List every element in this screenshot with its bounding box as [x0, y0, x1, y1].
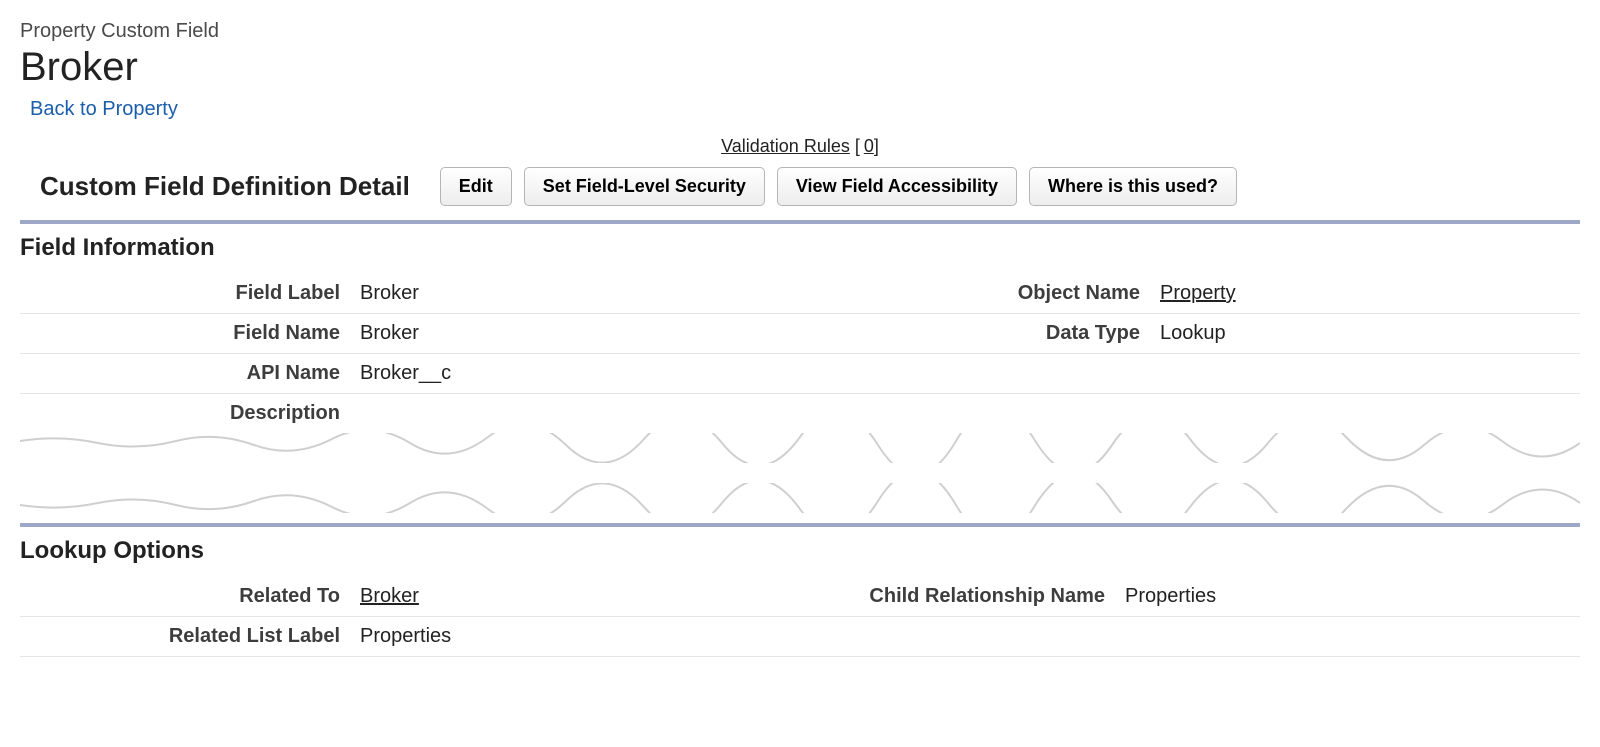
- field-information-table: Field Label Broker Object Name Property …: [20, 274, 1580, 433]
- view-field-accessibility-button[interactable]: View Field Accessibility: [777, 167, 1017, 206]
- torn-edge-icon: [20, 483, 1580, 513]
- related-to-value: Broker: [350, 577, 815, 617]
- related-to-label: Related To: [20, 577, 350, 617]
- section-divider: [20, 523, 1580, 527]
- data-type-label: Data Type: [850, 314, 1150, 354]
- section-divider: [20, 220, 1580, 224]
- table-row: Related List Label Properties: [20, 617, 1580, 657]
- table-row: Field Name Broker Data Type Lookup: [20, 314, 1580, 354]
- description-label: Description: [20, 394, 350, 434]
- torn-edge-icon: [20, 433, 1580, 463]
- child-relationship-label: Child Relationship Name: [815, 577, 1115, 617]
- child-relationship-value: Properties: [1115, 577, 1580, 617]
- detail-header-row: Custom Field Definition Detail Edit Set …: [20, 167, 1580, 206]
- field-label-label: Field Label: [20, 274, 350, 314]
- object-name-value: Property: [1150, 274, 1580, 314]
- table-row: Field Label Broker Object Name Property: [20, 274, 1580, 314]
- lookup-options-heading: Lookup Options: [20, 537, 1580, 565]
- validation-rules-count[interactable]: 0: [864, 136, 874, 156]
- edit-button[interactable]: Edit: [440, 167, 512, 206]
- data-type-value: Lookup: [1150, 314, 1580, 354]
- api-name-value: Broker__c: [350, 354, 850, 394]
- table-row: API Name Broker__c: [20, 354, 1580, 394]
- where-is-this-used-button[interactable]: Where is this used?: [1029, 167, 1237, 206]
- object-name-link[interactable]: Property: [1160, 282, 1236, 304]
- lookup-options-table: Related To Broker Child Relationship Nam…: [20, 577, 1580, 657]
- table-row: Related To Broker Child Relationship Nam…: [20, 577, 1580, 617]
- field-label-value: Broker: [350, 274, 850, 314]
- detail-section-title: Custom Field Definition Detail: [40, 171, 410, 202]
- related-list-label-label: Related List Label: [20, 617, 350, 657]
- lookup-options-section: Lookup Options Related To Broker Child R…: [20, 523, 1580, 657]
- page-header: Property Custom Field Broker Back to Pro…: [20, 20, 1580, 121]
- validation-rules-row: Validation Rules [0]: [20, 136, 1580, 157]
- page-type-label: Property Custom Field: [20, 20, 1580, 43]
- field-name-value: Broker: [350, 314, 850, 354]
- validation-rules-link[interactable]: Validation Rules: [721, 136, 850, 156]
- field-name-label: Field Name: [20, 314, 350, 354]
- table-row: Description: [20, 394, 1580, 434]
- api-name-label: API Name: [20, 354, 350, 394]
- page-title: Broker: [20, 45, 1580, 90]
- back-to-property-link[interactable]: Back to Property: [30, 98, 178, 120]
- torn-edge-gap: [20, 433, 1580, 513]
- field-information-heading: Field Information: [20, 234, 1580, 262]
- set-field-level-security-button[interactable]: Set Field-Level Security: [524, 167, 765, 206]
- object-name-label: Object Name: [850, 274, 1150, 314]
- action-button-row: Edit Set Field-Level Security View Field…: [440, 167, 1237, 206]
- related-to-link[interactable]: Broker: [360, 585, 419, 607]
- related-list-label-value: Properties: [350, 617, 815, 657]
